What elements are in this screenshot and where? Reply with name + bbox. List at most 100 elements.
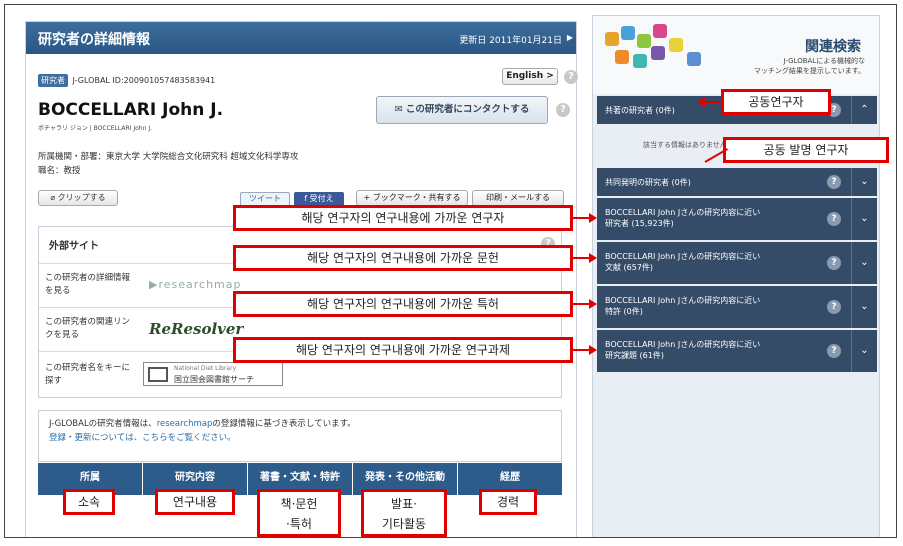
puzzle-icon <box>615 50 629 64</box>
annotation-tab-books: 책·문헌 ·특허 <box>257 489 341 537</box>
researchmap-logo[interactable]: ▶researchmap <box>149 278 242 291</box>
affiliation: 所属機関・部署：東京大学 大学院総合文化研究科 超域文化科学専攻 <box>38 152 299 162</box>
sidebar-subtitle-line: J-GLOBALによる機械的な <box>783 57 865 65</box>
arrow-line <box>573 257 589 259</box>
ndl-logo-bottom: 国立国会図書館サーチ <box>174 375 254 384</box>
no-results-text: 該当する情報はありません <box>643 141 727 149</box>
help-icon[interactable]: ? <box>827 175 841 189</box>
clip-button[interactable]: ⌀ クリップする <box>38 190 118 206</box>
arrow-line <box>573 217 589 219</box>
annotation-line: 책·문헌 <box>280 497 318 511</box>
arrow-line <box>573 303 589 305</box>
arrow-line <box>705 101 721 103</box>
external-row-label: この研究者名をキーに探す <box>45 363 131 386</box>
arrow-left-icon <box>697 97 705 107</box>
sidebar-subtitle-line: マッチング結果を提示しています。 <box>753 67 865 75</box>
arrow-line <box>573 349 589 351</box>
related-row-label: BOCCELLARI John Jさんの研究内容に近い 文献 (657件) <box>605 251 760 273</box>
external-sites-title: 外部サイト <box>49 241 99 252</box>
related-row-label: 共同発明の研究者 (0件) <box>605 178 691 187</box>
bookmark-share-button[interactable]: + ブックマーク・共有する <box>356 190 468 206</box>
related-coinventors[interactable]: 共同発明の研究者 (0件) ? ⌄ <box>597 168 877 196</box>
english-label: English <box>506 71 544 81</box>
puzzle-icon <box>637 34 651 48</box>
arrow-right-icon <box>589 345 597 355</box>
chevron-right-icon: > <box>546 71 554 81</box>
contact-button[interactable]: ✉ この研究者にコンタクトする <box>376 96 548 124</box>
researcher-detail-panel: 研究者の詳細情報 更新日 2011年01月21日 ▶ 研究者 J-GLOBAL … <box>25 21 578 537</box>
english-button[interactable]: English > <box>502 68 558 85</box>
library-icon <box>148 367 168 382</box>
puzzle-icon <box>621 26 635 40</box>
clip-label: クリップする <box>57 193 106 202</box>
screenshot-frame: 研究者の詳細情報 更新日 2011年01月21日 ▶ 研究者 J-GLOBAL … <box>4 4 897 538</box>
related-row-label-line: 特許 (0件) <box>605 307 643 316</box>
updated-date: 更新日 2011年01月21日 <box>459 36 562 46</box>
related-near-researchers[interactable]: BOCCELLARI John Jさんの研究内容に近い 研究者 (15,923件)… <box>597 198 877 240</box>
sidebar-subtitle: J-GLOBALによる機械的な マッチング結果を提示しています。 <box>754 56 865 76</box>
data-source-note: J-GLOBALの研究者情報は、researchmapの登録情報に基づき表示して… <box>38 410 562 462</box>
annotation-line: 기타활동 <box>381 517 427 531</box>
researcher-name: BOCCELLARI John J. <box>38 100 224 120</box>
ndl-search-logo[interactable]: National Diet Library 国立国会図書館サーチ <box>143 362 283 386</box>
related-row-label: BOCCELLARI John Jさんの研究内容に近い 研究者 (15,923件) <box>605 207 760 229</box>
related-row-label: BOCCELLARI John Jさんの研究内容に近い 研究課題 (61件) <box>605 339 760 361</box>
related-row-label-line: BOCCELLARI John Jさんの研究内容に近い <box>605 208 761 217</box>
collapse-button[interactable]: ▶ <box>567 33 573 42</box>
help-icon[interactable]: ? <box>827 256 841 270</box>
help-icon[interactable]: ? <box>827 344 841 358</box>
annotation-tab-affiliation: 소속 <box>63 489 115 515</box>
puzzle-icon <box>669 38 683 52</box>
chevron-down-icon[interactable]: ⌄ <box>851 330 877 372</box>
jglobal-id: J-GLOBAL ID:200901057483583941 <box>72 76 216 85</box>
researcher-badge: 研究者 <box>38 74 68 87</box>
related-row-label-line: BOCCELLARI John Jさんの研究内容に近い <box>605 340 761 349</box>
sidebar-header: 関連検索 J-GLOBALによる機械的な マッチング結果を提示しています。 <box>593 16 879 94</box>
annotation-near-patents: 해당 연구자의 연구내용에 가까운 특허 <box>233 291 573 317</box>
chevron-down-icon[interactable]: ⌄ <box>851 242 877 284</box>
paperclip-icon: ⌀ <box>50 193 58 202</box>
external-row-label: この研究者の詳細情報を見る <box>45 273 131 296</box>
tweet-button[interactable]: ツイート <box>240 192 290 206</box>
researchmap-link[interactable]: researchmap <box>157 419 213 429</box>
external-row-label: この研究者の関連リンクを見る <box>45 317 131 340</box>
related-near-documents[interactable]: BOCCELLARI John Jさんの研究内容に近い 文献 (657件) ? ⌄ <box>597 242 877 284</box>
note-line-1: J-GLOBALの研究者情報は、researchmapの登録情報に基づき表示して… <box>49 417 551 431</box>
resolver-logo[interactable]: ReResolver <box>149 320 243 338</box>
page-title: 研究者の詳細情報 <box>38 32 150 48</box>
arrow-right-icon <box>589 253 597 263</box>
related-row-label-line: 研究者 (15,923件) <box>605 219 674 228</box>
annotation-near-projects: 해당 연구자의 연구내용에 가까운 연구과제 <box>233 337 573 363</box>
puzzle-icon <box>633 54 647 68</box>
help-icon[interactable]: ? <box>556 103 570 117</box>
annotation-line: ·특허 <box>286 517 312 531</box>
annotation-near-researcher: 해당 연구자의 연구내용에 가까운 연구자 <box>233 205 573 231</box>
affiliation-block: 所属機関・部署：東京大学 大学院総合文化研究科 超域文化科学専攻 職名：教授 <box>38 150 298 178</box>
facebook-like-button[interactable]: f 受付え <box>294 192 344 206</box>
arrow-right-icon <box>589 299 597 309</box>
annotation-coauthor: 공동연구자 <box>721 89 831 115</box>
annotation-line: 발표· <box>391 497 417 511</box>
related-row-label: 共著の研究者 (0件) <box>605 106 675 115</box>
print-mail-button[interactable]: 印刷・メールする <box>472 190 564 206</box>
related-near-patents[interactable]: BOCCELLARI John Jさんの研究内容に近い 特許 (0件) ? ⌄ <box>597 286 877 328</box>
help-icon[interactable]: ? <box>564 70 578 84</box>
panel-header: 研究者の詳細情報 更新日 2011年01月21日 ▶ <box>26 22 576 54</box>
related-row-label: BOCCELLARI John Jさんの研究内容に近い 特許 (0件) <box>605 295 760 317</box>
ndl-logo-top: National Diet Library <box>174 365 237 372</box>
related-row-label-line: BOCCELLARI John Jさんの研究内容に近い <box>605 296 761 305</box>
related-near-projects[interactable]: BOCCELLARI John Jさんの研究内容に近い 研究課題 (61件) ? … <box>597 330 877 372</box>
annotation-tab-career: 경력 <box>479 489 537 515</box>
annotation-tab-presentations: 발표· 기타활동 <box>361 489 447 537</box>
chevron-down-icon[interactable]: ⌄ <box>851 198 877 240</box>
chevron-down-icon[interactable]: ⌄ <box>851 168 877 196</box>
puzzle-icon <box>687 52 701 66</box>
chevron-down-icon[interactable]: ⌄ <box>851 286 877 328</box>
chevron-up-icon[interactable]: ⌃ <box>851 96 877 124</box>
contact-label: この研究者にコンタクトする <box>405 104 530 115</box>
annotation-coinventor: 공동 발명 연구자 <box>723 137 889 163</box>
help-icon[interactable]: ? <box>827 212 841 226</box>
registration-link[interactable]: 登録・更新については、こちらをご覧ください。 <box>49 431 551 445</box>
help-icon[interactable]: ? <box>827 300 841 314</box>
position: 職名：教授 <box>38 166 81 176</box>
